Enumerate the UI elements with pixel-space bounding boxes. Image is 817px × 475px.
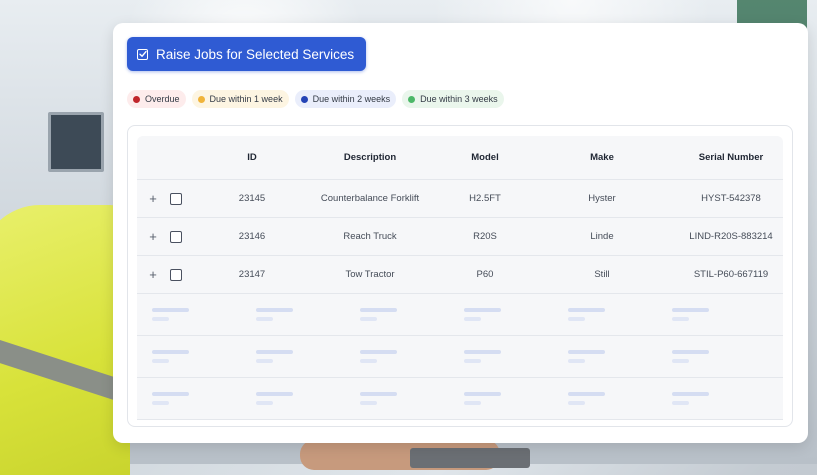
cell-description: Counterbalance Forklift	[320, 193, 420, 204]
row-select-checkbox[interactable]	[170, 192, 182, 205]
cell-description: Tow Tractor	[345, 269, 395, 280]
table-header-row: ID Description Model Make Serial Number	[137, 136, 783, 180]
plus-icon[interactable]: +	[148, 268, 158, 281]
legend-due-1-week: Due within 1 week	[191, 90, 289, 108]
cell-id: 23145	[238, 193, 266, 204]
row-controls: +	[137, 192, 209, 205]
skeleton-cell	[657, 308, 761, 321]
status-dot-icon	[300, 95, 308, 103]
skeleton-cell	[449, 392, 553, 405]
skeleton-cell	[345, 392, 449, 405]
row-controls: +	[137, 230, 209, 243]
status-dot-icon	[408, 95, 416, 103]
legend-due-3-weeks: Due within 3 weeks	[402, 90, 504, 108]
due-status-legend: Overdue Due within 1 week Due within 2 w…	[127, 90, 504, 108]
cell-make: Hyster	[588, 193, 616, 204]
skeleton-cell	[137, 350, 241, 363]
background-laptop	[410, 448, 530, 468]
checkbox-checked-icon	[137, 48, 148, 60]
skeleton-cell	[241, 308, 345, 321]
skeleton-row	[137, 378, 783, 420]
row-select-checkbox[interactable]	[170, 230, 182, 243]
skeleton-cell	[137, 308, 241, 321]
skeleton-cell	[449, 350, 553, 363]
skeleton-cell	[241, 350, 345, 363]
skeleton-cell	[345, 308, 449, 321]
cell-description: Reach Truck	[343, 231, 397, 242]
table-row[interactable]: + 23145 Counterbalance Forklift H2.5FT H…	[137, 180, 783, 218]
skeleton-cell	[241, 392, 345, 405]
skeleton-row	[137, 294, 783, 336]
cell-make: Still	[594, 269, 610, 280]
cell-make: Linde	[590, 231, 614, 242]
skeleton-cell	[553, 392, 657, 405]
skeleton-cell	[657, 350, 761, 363]
cell-id: 23146	[238, 231, 266, 242]
table-row[interactable]: + 23146 Reach Truck R20S Linde LIND-R20S…	[137, 218, 783, 256]
raise-jobs-button[interactable]: Raise Jobs for Selected Services	[127, 37, 367, 71]
services-card: Raise Jobs for Selected Services Overdue…	[113, 23, 808, 443]
skeleton-cell	[553, 308, 657, 321]
cell-id: 23147	[238, 269, 266, 280]
cell-serial-number: LIND-R20S-883214	[689, 231, 773, 242]
legend-due-2-weeks: Due within 2 weeks	[294, 90, 397, 108]
column-header-make[interactable]: Make	[525, 152, 679, 163]
background-monitor	[48, 112, 104, 172]
row-select-checkbox[interactable]	[170, 268, 182, 281]
cell-model: P60	[476, 269, 494, 280]
raise-jobs-label: Raise Jobs for Selected Services	[156, 46, 355, 62]
skeleton-cell	[449, 308, 553, 321]
services-table-container: ID Description Model Make Serial Number …	[127, 125, 793, 427]
legend-overdue: Overdue	[127, 90, 186, 108]
skeleton-cell	[657, 392, 761, 405]
table-row[interactable]: + 23147 Tow Tractor P60 Still STIL-P60-6…	[137, 256, 783, 294]
cell-model: R20S	[473, 231, 497, 242]
status-dot-icon	[133, 95, 140, 103]
skeleton-cell	[345, 350, 449, 363]
cell-serial-number: HYST-542378	[701, 193, 761, 204]
cell-serial-number: STIL-P60-667119	[693, 269, 769, 280]
row-controls: +	[137, 268, 209, 281]
column-header-description[interactable]: Description	[295, 152, 445, 163]
background-worker-vest	[0, 205, 130, 475]
plus-icon[interactable]: +	[148, 230, 158, 243]
column-header-id[interactable]: ID	[209, 152, 295, 163]
status-dot-icon	[197, 95, 205, 103]
column-header-serial-number[interactable]: Serial Number	[679, 152, 783, 163]
skeleton-row	[137, 336, 783, 378]
skeleton-cell	[553, 350, 657, 363]
skeleton-cell	[137, 392, 241, 405]
services-table: ID Description Model Make Serial Number …	[137, 136, 783, 420]
column-header-model[interactable]: Model	[445, 152, 525, 163]
plus-icon[interactable]: +	[148, 192, 158, 205]
cell-model: H2.5FT	[469, 193, 501, 204]
